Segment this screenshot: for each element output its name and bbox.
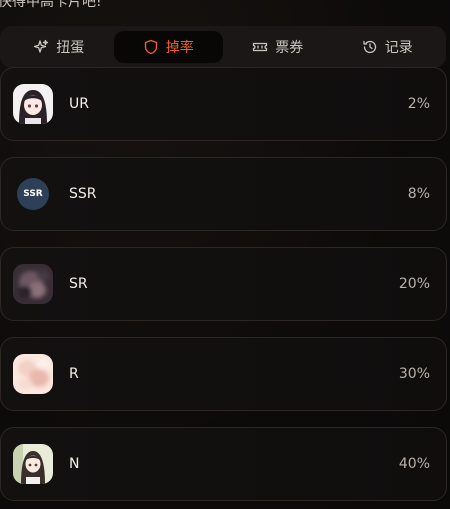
- ticket-icon: [253, 42, 268, 52]
- rate-card-sr: SR 20%: [0, 247, 447, 321]
- tab-gacha[interactable]: 扭蛋: [4, 31, 114, 63]
- tab-history-label: 记录: [384, 40, 413, 56]
- tab-history[interactable]: 记录: [333, 31, 443, 63]
- sr-rarity-label: SR: [69, 276, 88, 292]
- tab-drop-rate-label: 掉率: [165, 40, 194, 56]
- tab-drop-rate[interactable]: 掉率: [113, 31, 223, 63]
- ur-avatar: [13, 84, 53, 124]
- header-text: 快得中高卡片吧!: [0, 0, 102, 10]
- history-icon: [363, 40, 376, 54]
- shield-icon: [144, 39, 157, 55]
- sparkle-icon: [34, 39, 49, 53]
- ur-rarity-label: UR: [69, 96, 89, 112]
- rate-card-r: R 30%: [0, 337, 447, 411]
- rate-card-n: N 40%: [0, 427, 447, 501]
- rate-list: UR 2% SSR SSR 8% SR 20% R 30% N 40%: [0, 67, 447, 509]
- tab-tickets[interactable]: 票券: [223, 31, 333, 63]
- tab-gacha-label: 扭蛋: [56, 40, 85, 56]
- sr-rate-value: 20%: [398, 276, 430, 292]
- tab-tickets-label: 票券: [275, 40, 304, 56]
- n-avatar: [13, 444, 53, 484]
- ssr-rate-value: 8%: [407, 186, 430, 202]
- r-avatar: [13, 354, 53, 394]
- ssr-rarity-label: SSR: [69, 186, 97, 202]
- ssr-badge: SSR: [17, 178, 49, 210]
- r-rarity-label: R: [69, 366, 79, 382]
- rate-card-ssr: SSR SSR 8%: [0, 157, 447, 231]
- rate-card-ur: UR 2%: [0, 67, 447, 141]
- ur-rate-value: 2%: [407, 96, 430, 112]
- n-rarity-label: N: [69, 456, 80, 472]
- tab-bar: 扭蛋 掉率 票券 记录: [0, 26, 446, 68]
- n-rate-value: 40%: [398, 456, 430, 472]
- drop-rate-panel: 快得中高卡片吧! 扭蛋 掉率 票券 记录 UR 2% SSR SSR 8% SR…: [0, 0, 450, 509]
- sr-avatar: [13, 264, 53, 304]
- ssr-avatar: SSR: [13, 174, 53, 214]
- r-rate-value: 30%: [398, 366, 430, 382]
